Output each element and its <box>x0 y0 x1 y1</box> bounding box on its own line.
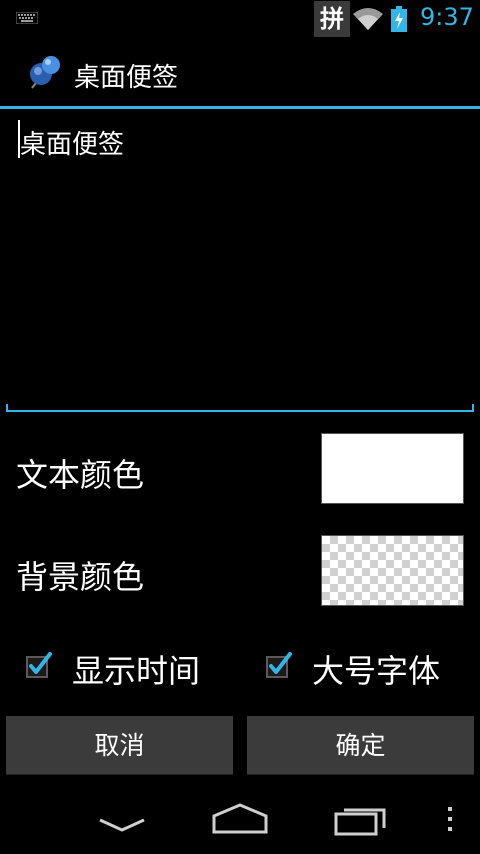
large-font-option[interactable]: 大号字体 <box>264 640 464 696</box>
status-bar: 拼 9:37 <box>0 0 480 38</box>
title-bar: 桌面便签 <box>0 38 480 106</box>
large-font-label: 大号字体 <box>312 652 441 690</box>
status-clock: 9:37 <box>420 3 474 31</box>
ime-indicator: 拼 <box>314 1 350 37</box>
input-underline <box>6 404 474 412</box>
home-icon[interactable] <box>210 802 270 836</box>
keyboard-icon <box>16 12 38 24</box>
text-color-label: 文本颜色 <box>16 456 145 494</box>
title-divider <box>0 106 480 109</box>
checkbox-checked-icon[interactable] <box>266 652 292 678</box>
note-text: 桌面便签 <box>20 130 125 160</box>
checkbox-checked-icon[interactable] <box>26 652 52 678</box>
bg-color-label: 背景颜色 <box>16 558 145 596</box>
back-icon[interactable] <box>96 814 148 834</box>
pushpin-icon <box>30 56 60 89</box>
cancel-button[interactable]: 取消 <box>6 716 233 775</box>
note-text-input[interactable]: 桌面便签 <box>6 112 474 412</box>
menu-icon[interactable] <box>442 804 458 834</box>
bg-color-swatch[interactable] <box>321 535 464 606</box>
show-time-label: 显示时间 <box>72 652 201 690</box>
show-time-option[interactable]: 显示时间 <box>24 640 224 696</box>
battery-charging-icon <box>391 6 407 32</box>
nav-bar <box>0 784 480 854</box>
ok-button[interactable]: 确定 <box>247 716 474 775</box>
app-title: 桌面便签 <box>74 63 179 93</box>
wifi-icon <box>353 8 383 30</box>
text-color-swatch[interactable] <box>321 433 464 504</box>
recent-apps-icon[interactable] <box>332 802 390 836</box>
